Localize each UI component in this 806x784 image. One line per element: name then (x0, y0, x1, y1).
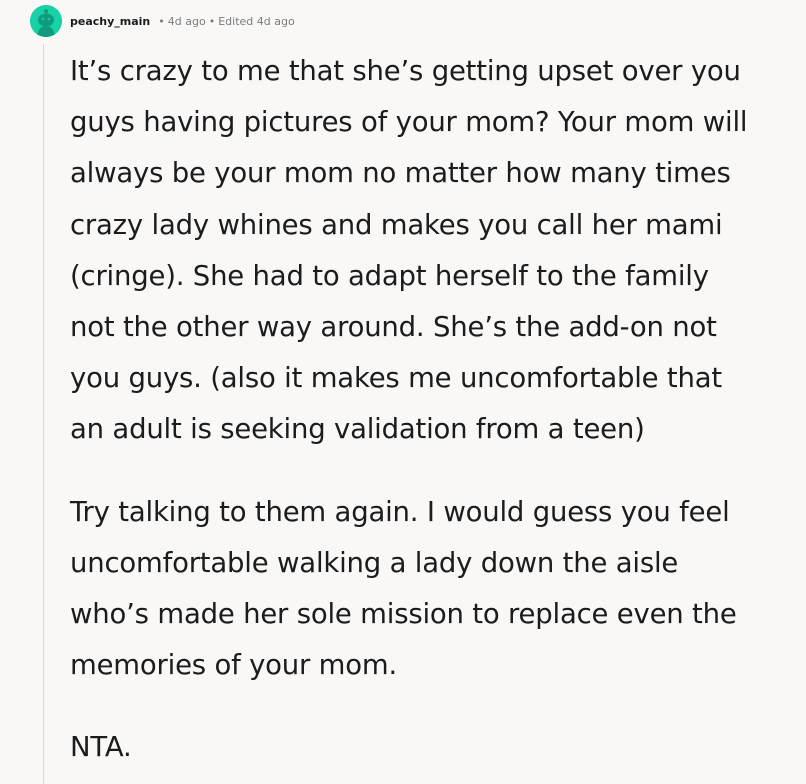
posted-time: 4d ago (167, 14, 206, 28)
comment-line: It’s crazy to me that she’s getting upse… (70, 55, 741, 87)
comment-body: It’s crazy to me that she’s getting upse… (70, 46, 798, 774)
comment-header: peachy_main • 4d ago • Edited 4d ago (30, 4, 295, 38)
comment-line: always be your mom no matter how many ti… (70, 157, 731, 190)
comment-line: not the other way around. She’s the add-… (70, 311, 717, 344)
comment-line: guys having pictures of your mom? Your m… (70, 106, 748, 139)
comment-line: Try talking to them again. I would guess… (70, 495, 730, 528)
avatar[interactable] (30, 5, 62, 37)
comment-line: an adult is seeking validation from a te… (70, 413, 645, 446)
comment-line: uncomfortable walking a lady down the ai… (70, 546, 679, 579)
reddit-snoo-avatar-icon (30, 5, 62, 37)
comment-line: NTA. (70, 731, 132, 764)
comment-line: crazy lady whines and makes you call her… (70, 208, 723, 241)
comment-line: you guys. (also it makes me uncomfortabl… (70, 362, 722, 395)
comment-line: memories of your mom. (70, 649, 398, 682)
comment-paragraph: NTA. (70, 722, 798, 773)
meta-separator: • (208, 14, 216, 28)
comment-paragraph: It’s crazy to me that she’s getting upse… (70, 46, 798, 456)
username-link[interactable]: peachy_main (70, 15, 150, 28)
meta-separator: • (158, 14, 165, 28)
comment-paragraph: Try talking to them again. I would guess… (70, 487, 798, 692)
comment-line: (cringe). She had to adapt herself to th… (70, 259, 709, 292)
comment-meta: • 4d ago • Edited 4d ago (155, 15, 294, 28)
comment-thread-line[interactable] (43, 44, 44, 784)
edited-time: Edited 4d ago (218, 14, 295, 28)
comment-line: who’s made her sole mission to replace e… (70, 598, 737, 631)
